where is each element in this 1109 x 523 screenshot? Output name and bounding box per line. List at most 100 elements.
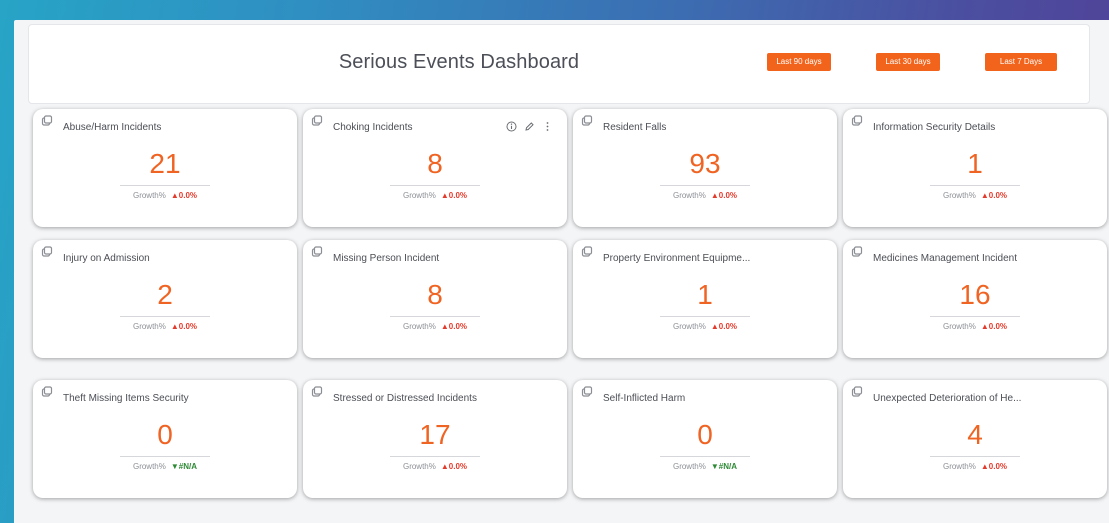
growth-value: ▲0.0% [440, 462, 468, 471]
card-property-environment-equipment[interactable]: Property Environment Equipme... 1 Growth… [573, 240, 837, 358]
card-injury-on-admission[interactable]: Injury on Admission 2 Growth% ▲0.0% [33, 240, 297, 358]
card-abuse-harm-incidents[interactable]: Abuse/Harm Incidents 21 Growth% ▲0.0% [33, 109, 297, 227]
card-value: 21 [149, 148, 181, 179]
divider [390, 456, 480, 457]
tile-icon [581, 245, 593, 257]
dashboard-header: Serious Events Dashboard Last 90 days La… [28, 24, 1090, 104]
card-value: 4 [967, 419, 983, 450]
growth-label: Growth% [402, 191, 436, 200]
card-value: 0 [157, 419, 173, 450]
growth-row: Growth% ▼#N/A [33, 462, 297, 471]
growth-row: Growth% ▲0.0% [573, 191, 837, 200]
page-title: Serious Events Dashboard [338, 51, 580, 73]
card-resident-falls[interactable]: Resident Falls 93 Growth% ▲0.0% [573, 109, 837, 227]
divider [660, 316, 750, 317]
growth-label: Growth% [402, 462, 436, 471]
growth-value: ▲0.0% [710, 322, 738, 331]
card-title: Unexpected Deterioration of He... [873, 393, 1022, 404]
card-title: Medicines Management Incident [873, 253, 1017, 264]
growth-value: ▼#N/A [170, 462, 198, 471]
card-toolbar [506, 119, 553, 132]
growth-value: ▼#N/A [710, 462, 738, 471]
growth-row: Growth% ▲0.0% [303, 191, 567, 200]
card-title: Injury on Admission [63, 253, 150, 264]
tile-icon [311, 245, 323, 257]
card-value: 8 [427, 148, 443, 179]
tile-icon [851, 385, 863, 397]
info-icon[interactable] [506, 119, 517, 132]
card-value: 2 [157, 279, 173, 310]
growth-row: Growth% ▲0.0% [33, 191, 297, 200]
growth-label: Growth% [672, 322, 706, 331]
growth-label: Growth% [942, 462, 976, 471]
card-value: 0 [697, 419, 713, 450]
divider [660, 185, 750, 186]
tile-icon [851, 245, 863, 257]
growth-label: Growth% [672, 191, 706, 200]
tile-icon [41, 385, 53, 397]
growth-row: Growth% ▲0.0% [303, 322, 567, 331]
growth-row: Growth% ▲0.0% [843, 191, 1107, 200]
edit-icon[interactable] [524, 119, 535, 131]
growth-row: Growth% ▼#N/A [573, 462, 837, 471]
more-vertical-icon[interactable] [542, 119, 553, 131]
card-title: Abuse/Harm Incidents [63, 122, 162, 133]
card-theft-missing-items-security[interactable]: Theft Missing Items Security 0 Growth% ▼#… [33, 380, 297, 498]
growth-value: ▲0.0% [170, 191, 198, 200]
growth-row: Growth% ▲0.0% [573, 322, 837, 331]
card-title: Resident Falls [603, 122, 667, 133]
growth-label: Growth% [132, 322, 166, 331]
growth-value: ▲0.0% [170, 322, 198, 331]
growth-value: ▲0.0% [980, 191, 1008, 200]
card-information-security-details[interactable]: Information Security Details 1 Growth% ▲0… [843, 109, 1107, 227]
divider [930, 316, 1020, 317]
growth-label: Growth% [132, 462, 166, 471]
card-choking-incidents[interactable]: Choking Incidents 8 Growth% ▲0.0% [303, 109, 567, 227]
tile-icon [311, 385, 323, 397]
card-unexpected-deterioration[interactable]: Unexpected Deterioration of He... 4 Grow… [843, 380, 1107, 498]
last-30-days-button[interactable]: Last 30 days [876, 53, 940, 71]
tile-icon [581, 114, 593, 126]
tile-icon [41, 245, 53, 257]
card-value: 16 [959, 279, 991, 310]
card-title: Self-Inflicted Harm [603, 393, 686, 404]
divider [660, 456, 750, 457]
growth-row: Growth% ▲0.0% [843, 462, 1107, 471]
growth-value: ▲0.0% [440, 322, 468, 331]
growth-label: Growth% [672, 462, 706, 471]
growth-label: Growth% [402, 322, 436, 331]
divider [120, 316, 210, 317]
card-title: Stressed or Distressed Incidents [333, 393, 477, 404]
growth-label: Growth% [132, 191, 166, 200]
card-value: 1 [967, 148, 983, 179]
card-title: Missing Person Incident [333, 253, 440, 264]
growth-value: ▲0.0% [980, 322, 1008, 331]
tile-icon [581, 385, 593, 397]
divider [930, 456, 1020, 457]
growth-row: Growth% ▲0.0% [303, 462, 567, 471]
card-title: Property Environment Equipme... [603, 253, 751, 264]
growth-label: Growth% [942, 322, 976, 331]
last-7-days-button[interactable]: Last 7 Days [985, 53, 1057, 71]
last-90-days-button[interactable]: Last 90 days [767, 53, 831, 71]
card-value: 8 [427, 279, 443, 310]
divider [930, 185, 1020, 186]
divider [120, 185, 210, 186]
card-medicines-management-incident[interactable]: Medicines Management Incident 16 Growth%… [843, 240, 1107, 358]
growth-value: ▲0.0% [980, 462, 1008, 471]
divider [120, 456, 210, 457]
card-title: Choking Incidents [333, 122, 413, 133]
card-stressed-or-distressed-incidents[interactable]: Stressed or Distressed Incidents 17 Grow… [303, 380, 567, 498]
growth-label: Growth% [942, 191, 976, 200]
card-value: 17 [419, 419, 451, 450]
tile-icon [311, 114, 323, 126]
dashboard-panel: Serious Events Dashboard Last 90 days La… [14, 20, 1109, 523]
card-title: Information Security Details [873, 122, 996, 133]
card-value: 1 [697, 279, 713, 310]
tile-icon [851, 114, 863, 126]
card-self-inflicted-harm[interactable]: Self-Inflicted Harm 0 Growth% ▼#N/A [573, 380, 837, 498]
tile-icon [41, 114, 53, 126]
card-title: Theft Missing Items Security [63, 393, 189, 404]
card-missing-person-incident[interactable]: Missing Person Incident 8 Growth% ▲0.0% [303, 240, 567, 358]
divider [390, 185, 480, 186]
